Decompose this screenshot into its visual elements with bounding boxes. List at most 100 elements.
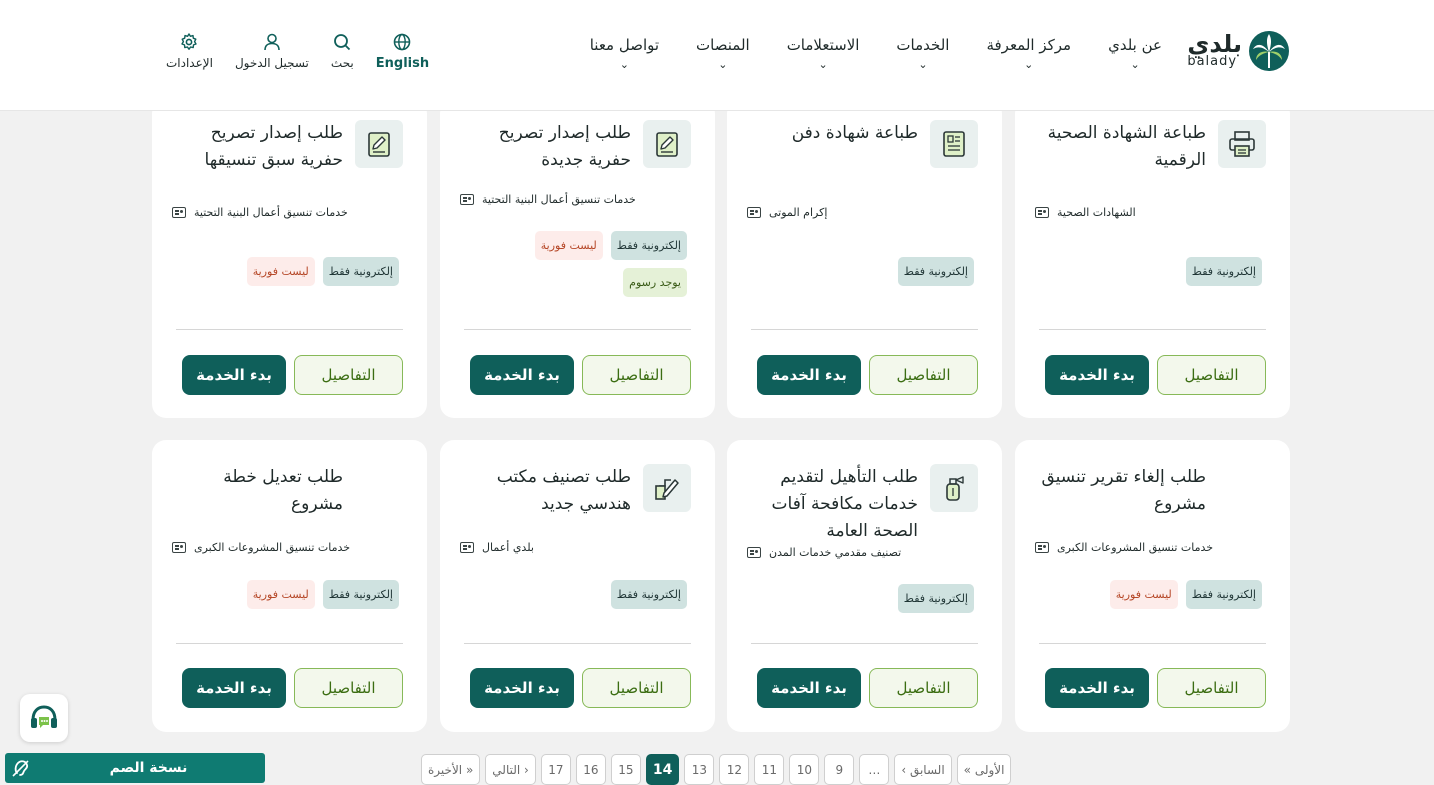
permit-doc-icon (643, 120, 691, 168)
service-category: خدمات تنسيق أعمال البنية التحتية (460, 193, 691, 206)
category-label: إكرام الموتى (769, 206, 828, 219)
service-title: طباعة الشهادة الصحية الرقمية (1047, 123, 1206, 170)
details-button[interactable]: التفاصيل (1157, 668, 1266, 708)
globe-icon (394, 33, 411, 51)
details-button[interactable]: التفاصيل (1157, 355, 1266, 395)
category-label: خدمات تنسيق أعمال البنية التحتية (482, 193, 636, 206)
start-service-button[interactable]: بدء الخدمة (470, 668, 574, 708)
start-service-button[interactable]: بدء الخدمة (757, 668, 861, 708)
id-card-icon (460, 194, 474, 205)
pagination-page[interactable]: 12 (719, 754, 750, 785)
service-title: طلب إصدار تصريح حفرية سبق تنسيقها (204, 123, 343, 170)
service-category: خدمات تنسيق أعمال البنية التحتية (172, 206, 403, 219)
nav-label: تواصل معنا (589, 36, 660, 54)
pagination-page[interactable]: 10 (789, 754, 820, 785)
card-divider (464, 329, 691, 330)
pagination-next[interactable]: التالي › (485, 754, 536, 785)
service-title: طباعة شهادة دفن (791, 123, 918, 143)
service-badges: إلكترونية فقط ليست فورية (1102, 580, 1262, 609)
service-card: طلب إصدار تصريح حفرية جديدة خدمات تنسيق … (440, 100, 715, 418)
logo-arabic-text: بلدي (1187, 30, 1242, 58)
id-card-icon (460, 542, 474, 553)
has-fees-badge: يوجد رسوم (623, 268, 687, 297)
service-card: طلب إصدار تصريح حفرية سبق تنسيقها خدمات … (152, 100, 427, 418)
pagination-page[interactable]: 17 (540, 754, 571, 785)
chevron-down-icon: ⌄ (1130, 58, 1140, 71)
start-service-button[interactable]: بدء الخدمة (1045, 668, 1149, 708)
pagination-page[interactable]: 11 (754, 754, 785, 785)
id-card-icon (1035, 542, 1049, 553)
service-badges: إلكترونية فقط (814, 257, 974, 286)
site-header: بلدي balady عن بلدي ⌄ مركز المعرفة ⌄ الخ… (0, 0, 1434, 111)
pagination-page[interactable]: 13 (684, 754, 715, 785)
not-instant-badge: ليست فورية (1109, 580, 1178, 609)
service-category: الشهادات الصحية (1035, 206, 1266, 219)
deaf-version-label: نسخة الصم (109, 760, 188, 776)
category-label: خدمات تنسيق المشروعات الكبرى (1057, 541, 1214, 554)
pagination-previous[interactable]: ‹ السابق (894, 754, 952, 785)
details-button[interactable]: التفاصيل (869, 668, 978, 708)
nav-knowledge-center[interactable]: مركز المعرفة ⌄ (986, 36, 1071, 70)
card-divider (176, 329, 403, 330)
card-divider (1039, 643, 1266, 644)
pagination-last[interactable]: الأخيرة » (421, 754, 481, 785)
service-card: طلب تصنيف مكتب هندسي جديد بلدي أعمال إلك… (440, 440, 715, 732)
search-button[interactable]: بحث (331, 32, 354, 71)
category-label: بلدي أعمال (482, 541, 534, 554)
start-service-button[interactable]: بدء الخدمة (182, 355, 286, 395)
language-switch-button[interactable]: English (376, 32, 429, 71)
start-service-button[interactable]: بدء الخدمة (470, 355, 574, 395)
service-category: إكرام الموتى (747, 206, 978, 219)
pagination-page[interactable]: 9 (824, 754, 855, 785)
settings-button[interactable]: الإعدادات (166, 32, 213, 71)
card-divider (751, 329, 978, 330)
details-button[interactable]: التفاصيل (582, 668, 691, 708)
nav-services[interactable]: الخدمات ⌄ (896, 36, 949, 70)
support-chat-button[interactable] (20, 694, 68, 742)
id-card-icon (172, 542, 186, 553)
nav-about-balady[interactable]: عن بلدي ⌄ (1108, 36, 1162, 70)
nav-contact-us[interactable]: تواصل معنا ⌄ (590, 36, 659, 70)
id-card-icon (172, 207, 186, 218)
details-button[interactable]: التفاصيل (869, 355, 978, 395)
service-category: خدمات تنسيق المشروعات الكبرى (1035, 541, 1266, 554)
details-button[interactable]: التفاصيل (294, 355, 403, 395)
chevron-down-icon: ⌄ (918, 58, 928, 71)
pagination-page[interactable]: 15 (610, 754, 641, 785)
card-divider (176, 643, 403, 644)
start-service-button[interactable]: بدء الخدمة (757, 355, 861, 395)
nav-label: مركز المعرفة (986, 36, 1072, 54)
service-badges: إلكترونية فقط (527, 580, 687, 609)
electronic-only-badge: إلكترونية فقط (897, 257, 974, 286)
main-nav: عن بلدي ⌄ مركز المعرفة ⌄ الخدمات ⌄ الاست… (553, 36, 1162, 70)
balady-logo[interactable]: بلدي balady (1187, 30, 1290, 72)
card-divider (464, 643, 691, 644)
login-button[interactable]: تسجيل الدخول (235, 32, 309, 71)
details-button[interactable]: التفاصيل (582, 355, 691, 395)
category-label: الشهادات الصحية (1057, 206, 1136, 219)
pagination: الأخيرة » التالي › 17 16 15 14 13 12 11 … (421, 754, 1012, 785)
service-title: طلب التأهيل لتقديم خدمات مكافحة آفات الص… (771, 467, 918, 541)
chevron-down-icon: ⌄ (1024, 58, 1034, 71)
nav-inquiries[interactable]: الاستعلامات ⌄ (787, 36, 860, 70)
service-card: طباعة شهادة دفن إكرام الموتى إلكترونية ف… (727, 100, 1002, 418)
deaf-version-button[interactable]: نسخة الصم (5, 753, 265, 783)
search-label: بحث (330, 56, 354, 70)
pagination-first[interactable]: « الأولى (956, 754, 1012, 785)
service-card: طلب تعديل خطة مشروع خدمات تنسيق المشروعا… (152, 440, 427, 732)
pagination-page[interactable]: 16 (575, 754, 606, 785)
pagination-current-page[interactable]: 14 (645, 754, 680, 785)
service-category: تصنيف مقدمي خدمات المدن (747, 546, 978, 559)
start-service-button[interactable]: بدء الخدمة (1045, 355, 1149, 395)
details-button[interactable]: التفاصيل (294, 668, 403, 708)
document-list-icon (930, 120, 978, 168)
start-service-button[interactable]: بدء الخدمة (182, 668, 286, 708)
not-instant-badge: ليست فورية (246, 257, 315, 286)
not-instant-badge: ليست فورية (246, 580, 315, 609)
electronic-only-badge: إلكترونية فقط (1185, 580, 1262, 609)
language-label: English (375, 56, 430, 71)
edit-box-icon (643, 464, 691, 512)
chevron-down-icon: ⌄ (818, 58, 828, 71)
login-label: تسجيل الدخول (234, 56, 309, 70)
nav-platforms[interactable]: المنصات ⌄ (696, 36, 750, 70)
